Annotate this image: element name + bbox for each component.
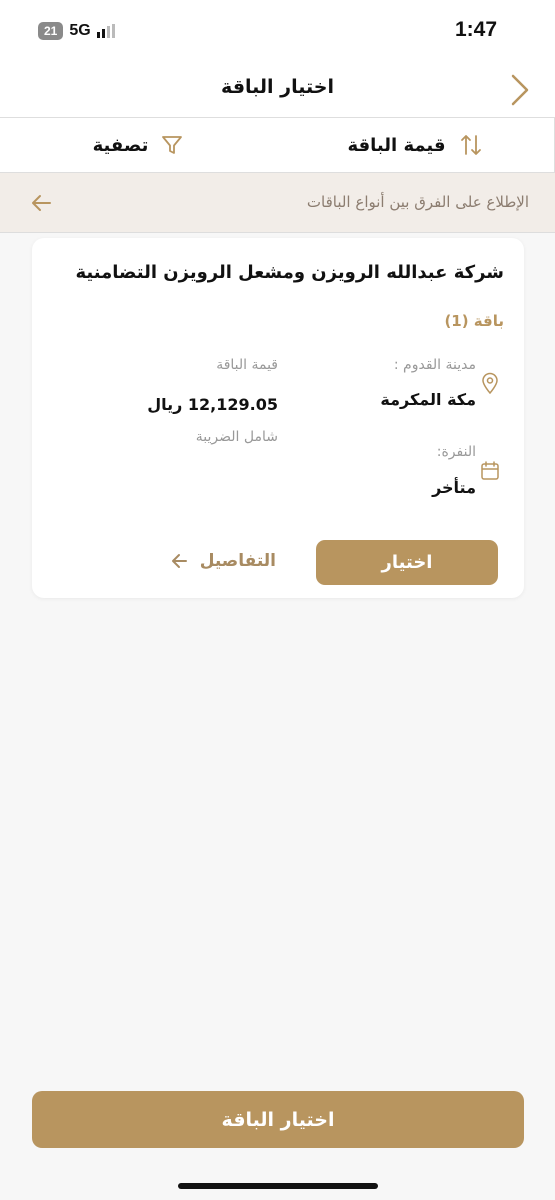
top-bar: 21 5G 1:47 اختيار الباقة تصفية قيمة البا… <box>0 0 555 173</box>
toolbar: تصفية قيمة الباقة <box>0 117 555 173</box>
sort-button[interactable]: قيمة الباقة <box>277 118 555 172</box>
company-name: شركة عبدالله الرويزن ومشعل الرويزن التضا… <box>75 262 504 283</box>
price-value: 12,129.05 ريال <box>147 395 278 414</box>
sort-icon <box>460 135 481 155</box>
package-label: باقة (1) <box>444 312 504 330</box>
tax-note: شامل الضريبة <box>195 429 278 445</box>
arrival-city-value: مكة المكرمة <box>380 390 476 409</box>
battery-indicator: 21 <box>38 22 64 40</box>
nav-bar: اختيار الباقة <box>0 62 555 117</box>
price-label: قيمة الباقة <box>216 357 278 373</box>
network-label: 5G <box>69 22 91 39</box>
location-pin-icon <box>482 372 498 394</box>
details-link[interactable]: التفاصيل <box>170 551 276 571</box>
filter-icon <box>162 136 183 154</box>
sort-label: قيمة الباقة <box>347 134 446 156</box>
select-button[interactable]: اختيار <box>316 540 498 585</box>
arrow-left-icon <box>171 554 187 568</box>
status-time: 1:47 <box>454 18 497 41</box>
details-label: التفاصيل <box>199 551 276 571</box>
back-chevron-icon[interactable] <box>505 72 533 108</box>
calendar-icon <box>481 461 499 480</box>
status-left: 21 5G <box>38 22 115 40</box>
signal-icon <box>96 24 115 38</box>
status-bar: 21 5G 1:47 <box>0 0 555 62</box>
page-title: اختيار الباقة <box>221 76 334 98</box>
compare-packages-strip[interactable]: الإطلاع على الفرق بين أنواع الباقات <box>0 173 555 233</box>
batch-label: النفرة: <box>436 444 476 460</box>
home-indicator <box>178 1183 378 1189</box>
package-card: شركة عبدالله الرويزن ومشعل الرويزن التضا… <box>32 238 524 598</box>
arrow-left-icon <box>32 195 51 211</box>
filter-label: تصفية <box>92 134 149 156</box>
arrival-city-label: مدينة القدوم : <box>393 357 476 373</box>
filter-button[interactable]: تصفية <box>0 118 277 172</box>
batch-value: متأخر <box>432 478 476 497</box>
select-package-button[interactable]: اختيار الباقة <box>32 1091 524 1148</box>
compare-packages-text: الإطلاع على الفرق بين أنواع الباقات <box>306 193 529 211</box>
